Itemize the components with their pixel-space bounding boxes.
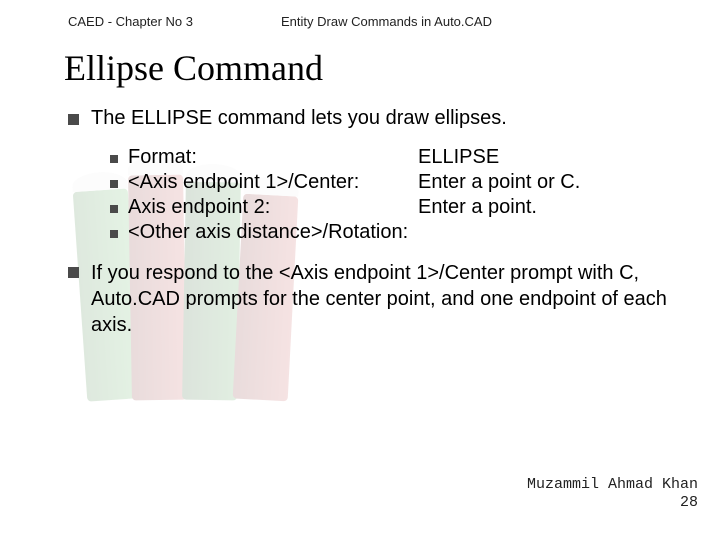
sub-item: <Other axis distance>/Rotation: — [110, 221, 690, 244]
bullet-item: The ELLIPSE command lets you draw ellips… — [68, 107, 690, 130]
slide-content: CAED - Chapter No 3 Entity Draw Commands… — [0, 0, 720, 540]
slide-header: CAED - Chapter No 3 Entity Draw Commands… — [0, 0, 720, 35]
square-bullet-icon — [110, 230, 118, 238]
square-bullet-icon — [110, 180, 118, 188]
side-year: 2006 — [0, 0, 10, 118]
square-bullet-icon — [110, 205, 118, 213]
sub-left: Axis endpoint 2: — [128, 196, 418, 219]
sub-item: <Axis endpoint 1>/Center: Enter a point … — [110, 171, 690, 194]
bullet-text: If you respond to the <Axis endpoint 1>/… — [91, 260, 690, 338]
sub-item: Axis endpoint 2: Enter a point. — [110, 196, 690, 219]
bullet-item: If you respond to the <Axis endpoint 1>/… — [68, 260, 690, 338]
footer-author: Muzammil Ahmad Khan — [527, 476, 698, 494]
sub-list: Format: ELLIPSE <Axis endpoint 1>/Center… — [110, 146, 690, 244]
square-bullet-icon — [68, 267, 79, 278]
header-right: Entity Draw Commands in Auto.CAD — [281, 14, 492, 29]
slide-footer: Muzammil Ahmad Khan 28 — [527, 476, 698, 512]
sub-left: <Other axis distance>/Rotation: — [128, 221, 418, 244]
square-bullet-icon — [68, 114, 79, 125]
header-left: CAED - Chapter No 3 — [68, 14, 193, 29]
sub-item: Format: ELLIPSE — [110, 146, 690, 169]
bullet-text: The ELLIPSE command lets you draw ellips… — [91, 107, 507, 130]
footer-page: 28 — [527, 494, 698, 512]
sub-left: <Axis endpoint 1>/Center: — [128, 171, 418, 194]
sub-right: Enter a point. — [418, 196, 537, 219]
slide-body: The ELLIPSE command lets you draw ellips… — [0, 107, 720, 338]
square-bullet-icon — [110, 155, 118, 163]
sub-right: ELLIPSE — [418, 146, 499, 169]
sub-right: Enter a point or C. — [418, 171, 580, 194]
slide-title: Ellipse Command — [0, 35, 720, 107]
sub-left: Format: — [128, 146, 418, 169]
